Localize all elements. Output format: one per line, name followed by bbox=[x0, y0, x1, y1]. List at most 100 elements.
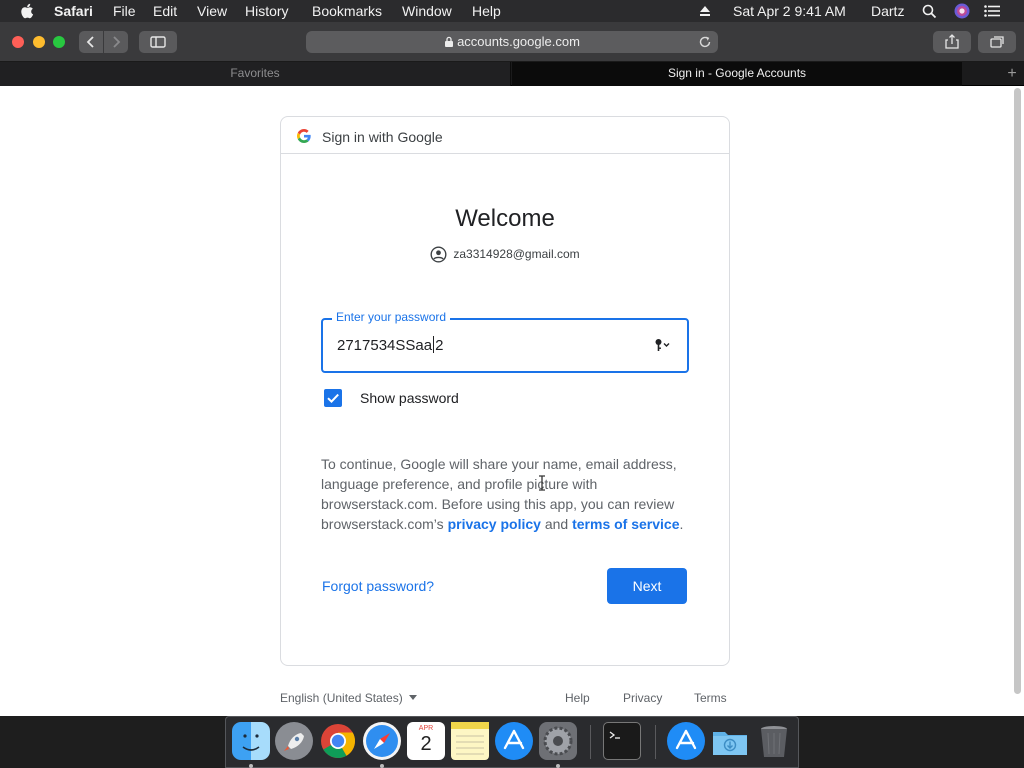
forgot-password-link[interactable]: Forgot password? bbox=[322, 578, 434, 594]
dock-finder[interactable] bbox=[232, 722, 270, 760]
share-button[interactable] bbox=[933, 31, 971, 53]
dock-trash[interactable] bbox=[755, 722, 793, 760]
account-email: za3314928@gmail.com bbox=[453, 247, 580, 261]
back-icon bbox=[86, 36, 94, 48]
account-chip[interactable]: za3314928@gmail.com bbox=[281, 246, 729, 263]
dock-chrome[interactable] bbox=[319, 722, 357, 760]
text-caret bbox=[433, 336, 435, 353]
address-bar-url: accounts.google.com bbox=[457, 34, 580, 49]
page-title: Welcome bbox=[455, 205, 555, 232]
sidebar-button[interactable] bbox=[139, 31, 177, 53]
dock-app-store-stack[interactable] bbox=[667, 722, 705, 760]
finder-icon bbox=[242, 734, 260, 751]
tab-google-signin[interactable]: Sign in - Google Accounts bbox=[512, 62, 962, 86]
search-icon[interactable] bbox=[922, 4, 937, 19]
signin-header-title: Sign in with Google bbox=[322, 129, 443, 145]
dropdown-arrow-icon bbox=[408, 695, 417, 700]
menu-bookmarks[interactable]: Bookmarks bbox=[312, 3, 382, 19]
rocket-icon bbox=[284, 733, 304, 751]
dock-system-preferences[interactable] bbox=[539, 722, 577, 760]
trash-icon bbox=[761, 726, 787, 757]
dock-safari[interactable] bbox=[363, 722, 401, 760]
google-logo-icon bbox=[297, 129, 311, 143]
privacy-policy-link[interactable]: privacy policy bbox=[448, 516, 541, 532]
menu-window[interactable]: Window bbox=[402, 3, 452, 19]
notice-period: . bbox=[679, 516, 684, 532]
close-window-button[interactable] bbox=[12, 36, 24, 48]
dock-separator bbox=[655, 725, 656, 759]
browser-toolbar: accounts.google.com bbox=[0, 22, 1024, 62]
sidebar-icon bbox=[150, 36, 166, 48]
back-button[interactable] bbox=[79, 31, 103, 53]
downloads-folder-icon bbox=[713, 732, 747, 755]
dock-notes[interactable] bbox=[451, 722, 489, 760]
running-indicator bbox=[249, 764, 253, 768]
app-store-icon bbox=[503, 729, 525, 750]
reload-icon[interactable] bbox=[698, 35, 712, 49]
menubar-user[interactable]: Dartz bbox=[871, 3, 904, 19]
account-circle-icon bbox=[430, 246, 447, 263]
menu-edit[interactable]: Edit bbox=[153, 3, 177, 19]
siri-icon[interactable] bbox=[954, 3, 970, 19]
tabs-overview-button[interactable] bbox=[978, 31, 1016, 53]
show-password-checkbox[interactable] bbox=[324, 389, 342, 407]
eject-icon[interactable] bbox=[699, 5, 711, 17]
text-cursor-icon bbox=[539, 475, 545, 491]
page-footer: English (United States) Help Privacy Ter… bbox=[0, 688, 1024, 708]
forward-icon bbox=[113, 36, 121, 48]
page-scrollbar[interactable] bbox=[1014, 88, 1021, 694]
running-indicator bbox=[380, 764, 384, 768]
dock-app-store[interactable] bbox=[495, 722, 533, 760]
menu-file[interactable]: File bbox=[113, 3, 136, 19]
dock-terminal[interactable] bbox=[603, 722, 641, 760]
calendar-day: 2 bbox=[420, 733, 432, 755]
signin-card-header: Sign in with Google bbox=[281, 117, 729, 154]
password-value-end: 2 bbox=[435, 337, 444, 354]
notes-icon bbox=[451, 722, 489, 755]
password-label: Enter your password bbox=[332, 310, 451, 324]
lock-icon bbox=[445, 36, 454, 47]
address-bar[interactable]: accounts.google.com bbox=[306, 31, 718, 53]
terminal-icon bbox=[609, 731, 620, 739]
dock-calendar[interactable]: APR 2 bbox=[407, 722, 445, 760]
new-tab-button[interactable]: + bbox=[1000, 62, 1024, 86]
footer-terms-link[interactable]: Terms bbox=[694, 691, 727, 705]
menu-view[interactable]: View bbox=[197, 3, 227, 19]
checkmark-icon bbox=[327, 393, 339, 404]
dock-separator bbox=[590, 725, 591, 759]
menu-bar: Safari File Edit View History Bookmarks … bbox=[0, 0, 1024, 22]
password-input[interactable]: 2717534SSaa 2 bbox=[337, 336, 443, 354]
footer-privacy-link[interactable]: Privacy bbox=[623, 691, 662, 705]
apple-icon[interactable] bbox=[20, 3, 34, 19]
dock-launchpad[interactable] bbox=[275, 722, 313, 760]
language-label: English (United States) bbox=[280, 691, 403, 705]
terms-of-service-link[interactable]: terms of service bbox=[572, 516, 679, 532]
signin-card: Sign in with Google Welcome za3314928@gm… bbox=[280, 116, 730, 666]
share-icon bbox=[945, 34, 959, 49]
app-store-icon bbox=[675, 729, 697, 750]
app-menu-safari[interactable]: Safari bbox=[54, 3, 93, 19]
data-sharing-notice: To continue, Google will share your name… bbox=[321, 454, 691, 534]
footer-help-link[interactable]: Help bbox=[565, 691, 590, 705]
dock: APR 2 bbox=[225, 716, 799, 768]
tab-bar: Favorites Sign in - Google Accounts + bbox=[0, 62, 1024, 86]
menu-help[interactable]: Help bbox=[472, 3, 501, 19]
key-icon[interactable] bbox=[655, 338, 671, 352]
menu-history[interactable]: History bbox=[245, 3, 289, 19]
show-password-label: Show password bbox=[360, 390, 459, 406]
next-button[interactable]: Next bbox=[607, 568, 687, 604]
forward-button[interactable] bbox=[104, 31, 128, 53]
notice-and-text: and bbox=[540, 516, 573, 532]
minimize-window-button[interactable] bbox=[33, 36, 45, 48]
page-viewport: Sign in with Google Welcome za3314928@gm… bbox=[0, 86, 1024, 716]
dock-downloads[interactable] bbox=[711, 722, 749, 760]
password-value-start: 2717534SSaa bbox=[337, 337, 433, 354]
language-selector[interactable]: English (United States) bbox=[280, 691, 417, 705]
calendar-month: APR bbox=[418, 725, 434, 732]
password-field[interactable]: Enter your password 2717534SSaa 2 bbox=[321, 310, 689, 373]
menubar-clock[interactable]: Sat Apr 2 9:41 AM bbox=[733, 3, 846, 19]
zoom-window-button[interactable] bbox=[53, 36, 65, 48]
notification-center-icon[interactable] bbox=[984, 5, 1000, 17]
gear-icon bbox=[543, 726, 573, 756]
tab-favorites[interactable]: Favorites bbox=[0, 62, 511, 86]
